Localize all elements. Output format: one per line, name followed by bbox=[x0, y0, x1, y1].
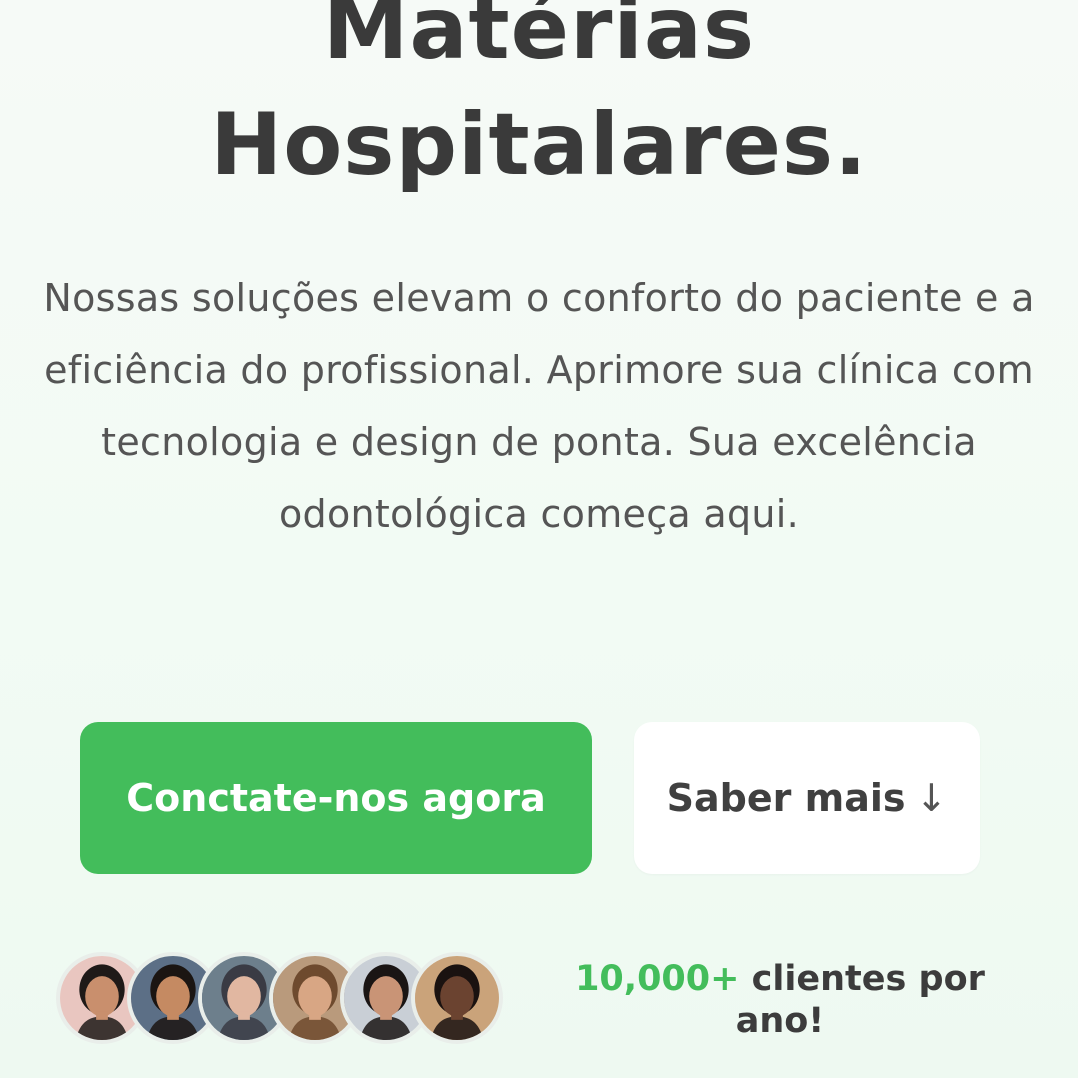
page-title-line-2: Hospitalares. bbox=[210, 95, 868, 195]
clients-label: clientes por ano! bbox=[735, 959, 985, 1041]
avatar-portrait bbox=[415, 956, 499, 1040]
customer-avatars bbox=[56, 952, 516, 1048]
learn-more-label: Saber mais bbox=[666, 776, 906, 820]
contact-us-button[interactable]: Conctate-nos agora bbox=[80, 722, 592, 874]
hero-description: Nossas soluções elevam o conforto do pac… bbox=[43, 276, 1035, 536]
clients-count: 10,000+ bbox=[575, 959, 740, 999]
arrow-down-icon: ↓ bbox=[915, 776, 948, 820]
clients-per-year-text: 10,000+ clientes por ano! bbox=[560, 958, 1000, 1042]
page-title-line-1: Matérias bbox=[322, 0, 756, 79]
learn-more-button[interactable]: Saber mais ↓ bbox=[634, 722, 980, 874]
avatar-6 bbox=[411, 952, 503, 1044]
hero-section: Matérias Hospitalares. Nossas soluções e… bbox=[0, 0, 1078, 1078]
